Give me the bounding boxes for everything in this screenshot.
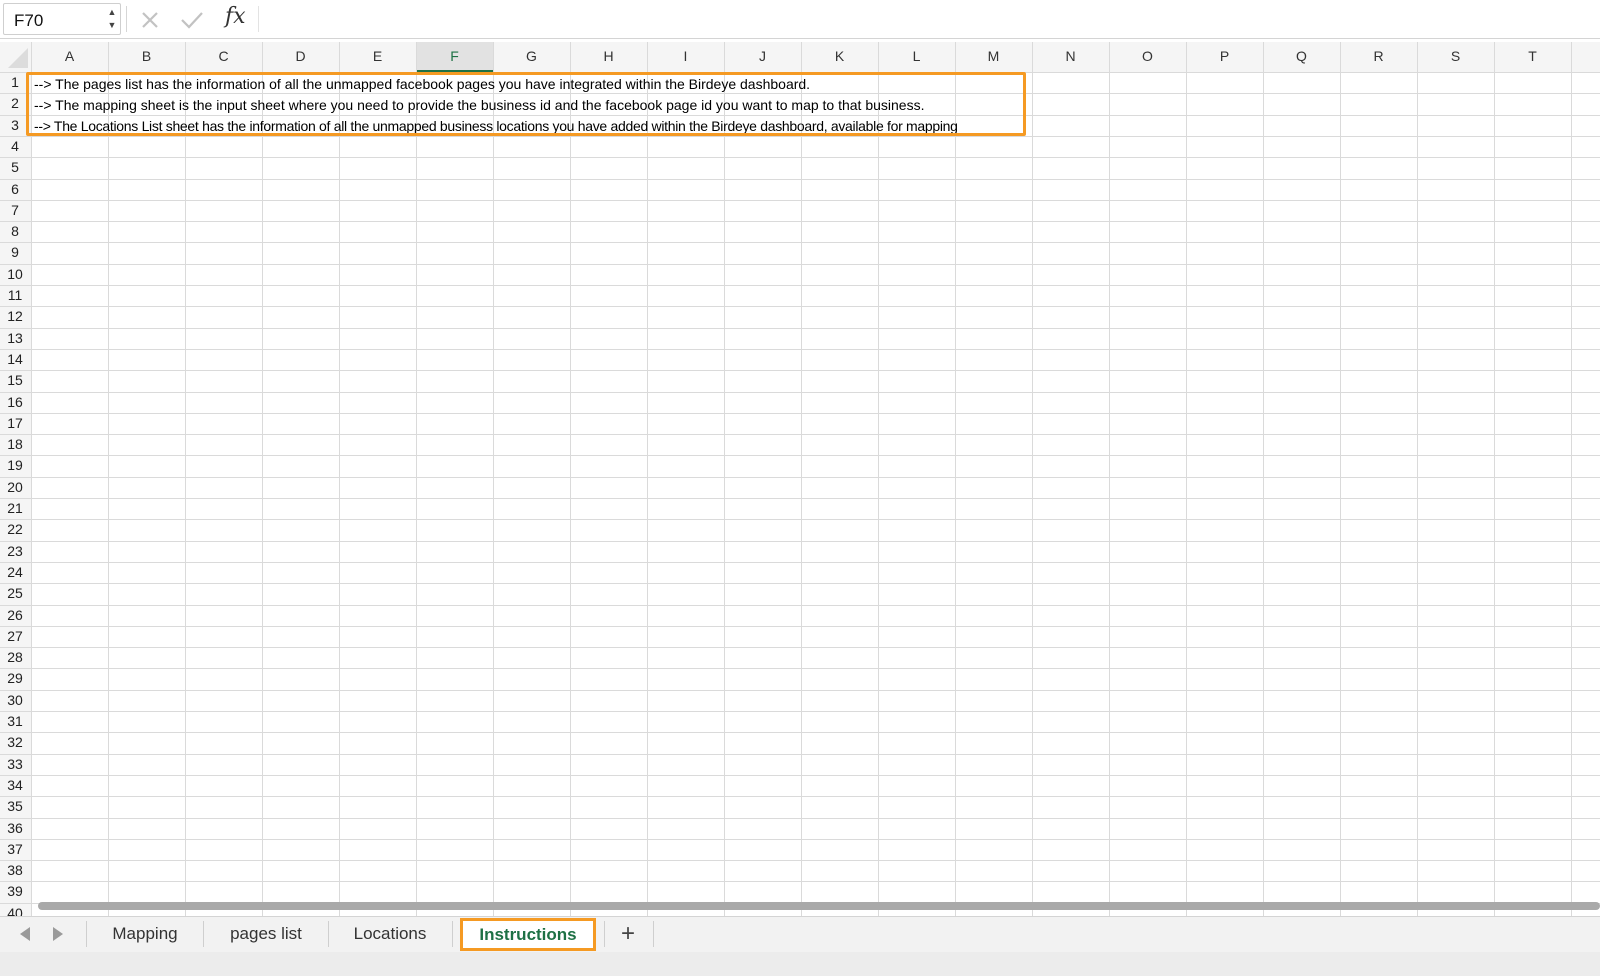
row-header-33[interactable]: 33 (0, 754, 30, 775)
row-header-16[interactable]: 16 (0, 392, 30, 413)
column-header-i[interactable]: I (647, 42, 724, 71)
horizontal-scrollbar[interactable] (38, 902, 1600, 910)
row-header-10[interactable]: 10 (0, 264, 30, 285)
column-header-m[interactable]: M (955, 42, 1032, 71)
row-header-30[interactable]: 30 (0, 690, 30, 711)
row-header-31[interactable]: 31 (0, 711, 30, 732)
row-header-13[interactable]: 13 (0, 328, 30, 349)
column-header-c[interactable]: C (185, 42, 262, 71)
row-header-25[interactable]: 25 (0, 583, 30, 604)
name-box-stepper-icon[interactable]: ▲ ▼ (106, 6, 118, 32)
column-header-g[interactable]: G (493, 42, 570, 71)
row-header-11[interactable]: 11 (0, 285, 30, 306)
row-header-18[interactable]: 18 (0, 434, 30, 455)
column-header-o[interactable]: O (1109, 42, 1186, 71)
row-header-9[interactable]: 9 (0, 242, 30, 263)
row-header-7[interactable]: 7 (0, 200, 30, 221)
row-header-12[interactable]: 12 (0, 306, 30, 327)
formula-input[interactable] (262, 4, 1592, 34)
tab-divider (604, 921, 605, 947)
row-header-21[interactable]: 21 (0, 498, 30, 519)
function-fx-icon[interactable]: fx (225, 4, 246, 29)
column-header-d[interactable]: D (262, 42, 339, 71)
row-header-4[interactable]: 4 (0, 136, 30, 157)
column-header-e[interactable]: E (339, 42, 416, 71)
tab-divider (452, 921, 453, 947)
row-header-14[interactable]: 14 (0, 349, 30, 370)
column-header-h[interactable]: H (570, 42, 647, 71)
column-header-n[interactable]: N (1032, 42, 1109, 71)
row-header-17[interactable]: 17 (0, 413, 30, 434)
row-header-40[interactable]: 40 (0, 903, 30, 916)
row-header-34[interactable]: 34 (0, 775, 30, 796)
row-header-20[interactable]: 20 (0, 477, 30, 498)
row-header-23[interactable]: 23 (0, 541, 30, 562)
sheet-tab-bar: Mapping pages list Locations Instruction… (0, 916, 1600, 953)
row-header-8[interactable]: 8 (0, 221, 30, 242)
status-strip (0, 952, 1600, 976)
formula-bar-divider (126, 6, 127, 32)
column-header-f[interactable]: F (416, 42, 493, 71)
row-header-37[interactable]: 37 (0, 839, 30, 860)
row-header-19[interactable]: 19 (0, 455, 30, 476)
checkmark-icon[interactable] (180, 6, 204, 37)
column-header-t[interactable]: T (1494, 42, 1571, 71)
row-header-38[interactable]: 38 (0, 860, 30, 881)
spreadsheet-grid[interactable]: ABCDEFGHIJKLMNOPQRST 1 2 3 4 5 6 7 8 9 10 11 12 13 14… (0, 42, 1600, 916)
row-header-32[interactable]: 32 (0, 732, 30, 753)
tab-instructions[interactable]: Instructions (460, 918, 596, 951)
tab-mapping[interactable]: Mapping (87, 917, 203, 951)
row-header-39[interactable]: 39 (0, 881, 30, 902)
row-header-22[interactable]: 22 (0, 519, 30, 540)
grid-lines (0, 42, 1600, 916)
column-header-j[interactable]: J (724, 42, 801, 71)
column-header-k[interactable]: K (801, 42, 878, 71)
tab-pages-list[interactable]: pages list (204, 917, 328, 951)
name-box-value: F70 (14, 11, 44, 30)
add-sheet-button[interactable]: + (614, 919, 642, 949)
previous-sheet-arrow-icon[interactable] (20, 927, 30, 941)
highlight-annotation-box (26, 72, 1026, 136)
column-header-a[interactable]: A (31, 42, 108, 71)
next-sheet-arrow-icon[interactable] (53, 927, 63, 941)
tab-locations[interactable]: Locations (329, 917, 451, 951)
row-header-28[interactable]: 28 (0, 647, 30, 668)
row-header-35[interactable]: 35 (0, 796, 30, 817)
column-header-b[interactable]: B (108, 42, 185, 71)
column-header-r[interactable]: R (1340, 42, 1417, 71)
row-header-36[interactable]: 36 (0, 818, 30, 839)
name-box[interactable]: F70 ▲ ▼ (3, 3, 121, 35)
column-header-p[interactable]: P (1186, 42, 1263, 71)
row-header-27[interactable]: 27 (0, 626, 30, 647)
row-header-15[interactable]: 15 (0, 370, 30, 391)
formula-bar: F70 ▲ ▼ fx (0, 0, 1600, 39)
row-header-24[interactable]: 24 (0, 562, 30, 583)
row-header-29[interactable]: 29 (0, 668, 30, 689)
tab-divider (653, 921, 654, 947)
column-header-s[interactable]: S (1417, 42, 1494, 71)
formula-bar-divider (258, 6, 259, 32)
column-header-q[interactable]: Q (1263, 42, 1340, 71)
close-x-icon[interactable] (140, 6, 160, 37)
row-header-6[interactable]: 6 (0, 179, 30, 200)
column-header-l[interactable]: L (878, 42, 955, 71)
row-header-26[interactable]: 26 (0, 605, 30, 626)
row-header-5[interactable]: 5 (0, 157, 30, 178)
